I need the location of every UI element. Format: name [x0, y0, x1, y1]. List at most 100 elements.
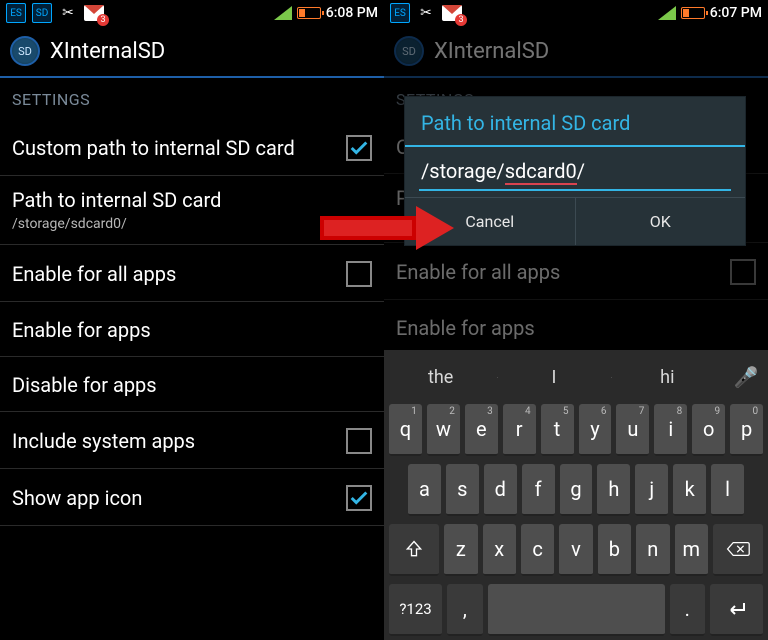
- backspace-key[interactable]: [713, 524, 763, 576]
- status-bar: ES SD ✂ 3 6:08 PM: [0, 0, 384, 26]
- dialog-divider: [405, 145, 745, 147]
- symbols-key[interactable]: ?123: [389, 584, 442, 636]
- key-y[interactable]: y6: [579, 404, 612, 456]
- app-icon: SD: [394, 36, 424, 66]
- key-g[interactable]: g: [560, 464, 593, 516]
- checkbox[interactable]: [346, 485, 372, 511]
- checkbox[interactable]: [346, 261, 372, 287]
- row-custom-path[interactable]: Custom path to internal SD card: [0, 119, 384, 176]
- checkbox[interactable]: [346, 135, 372, 161]
- key-row-1: q1w2e3r4t5y6u7i8o9p0: [384, 400, 768, 460]
- status-right-tray: 6:07 PM: [658, 5, 762, 21]
- es-icon: ES: [6, 3, 26, 23]
- gmail-icon: 3: [442, 5, 462, 21]
- key-b[interactable]: b: [598, 524, 631, 576]
- key-r[interactable]: r4: [503, 404, 536, 456]
- key-l[interactable]: l: [711, 464, 744, 516]
- row-sub: /storage/sdcard0/: [12, 216, 221, 232]
- key-x[interactable]: x: [483, 524, 516, 576]
- key-i[interactable]: i8: [654, 404, 687, 456]
- row-label: Enable for apps: [396, 316, 535, 340]
- suggestion[interactable]: hi: [611, 367, 724, 388]
- ok-button[interactable]: OK: [575, 198, 746, 245]
- key-m[interactable]: m: [675, 524, 708, 576]
- suggestion[interactable]: the: [384, 367, 497, 388]
- checkbox[interactable]: [346, 428, 372, 454]
- status-left-tray: ES SD ✂ 3: [6, 3, 104, 23]
- settings-header: SETTINGS: [0, 78, 384, 119]
- key-p[interactable]: p0: [730, 404, 763, 456]
- app-icon[interactable]: SD: [10, 36, 40, 66]
- row-enable-apps: Enable for apps: [384, 300, 768, 354]
- row-enable-all[interactable]: Enable for all apps: [0, 245, 384, 302]
- mic-icon[interactable]: 🎤: [724, 365, 768, 389]
- app-title: XInternalSD: [434, 39, 549, 64]
- key-v[interactable]: v: [559, 524, 592, 576]
- gmail-count: 3: [455, 14, 467, 26]
- key-n[interactable]: n: [636, 524, 669, 576]
- key-h[interactable]: h: [597, 464, 630, 516]
- key-t[interactable]: t5: [541, 404, 574, 456]
- row-enable-all: Enable for all apps: [384, 243, 768, 300]
- sd-icon: SD: [32, 3, 52, 23]
- row-enable-apps[interactable]: Enable for apps: [0, 302, 384, 357]
- screenshot-right: ES ✂ 3 6:07 PM SD XInternalSD SETTINGS C…: [384, 0, 768, 640]
- row-label: Enable for all apps: [396, 260, 560, 284]
- action-bar: SD XInternalSD: [0, 26, 384, 78]
- dialog-title: Path to internal SD card: [405, 97, 745, 145]
- checkbox: [730, 259, 756, 285]
- row-label: Show app icon: [12, 486, 142, 510]
- scissors-icon: ✂: [58, 3, 78, 23]
- key-j[interactable]: j: [635, 464, 668, 516]
- gmail-icon: 3: [84, 5, 104, 21]
- row-label: Disable for apps: [12, 373, 157, 397]
- key-row-3: zxcvbnm: [384, 520, 768, 580]
- row-show-icon[interactable]: Show app icon: [0, 469, 384, 526]
- row-label: Enable for apps: [12, 318, 151, 342]
- enter-key[interactable]: [710, 584, 763, 636]
- status-right-tray: 6:08 PM: [274, 5, 378, 21]
- key-o[interactable]: o9: [692, 404, 725, 456]
- comma-key[interactable]: ,: [447, 584, 482, 636]
- key-s[interactable]: s: [446, 464, 479, 516]
- action-bar: SD XInternalSD: [384, 26, 768, 78]
- key-row-2: asdfghjkl: [384, 460, 768, 520]
- row-label: Include system apps: [12, 429, 195, 453]
- key-u[interactable]: u7: [616, 404, 649, 456]
- row-include-system[interactable]: Include system apps: [0, 412, 384, 469]
- es-icon: ES: [390, 3, 410, 23]
- status-bar: ES ✂ 3 6:07 PM: [384, 0, 768, 26]
- gmail-count: 3: [97, 14, 109, 26]
- screenshot-left: ES SD ✂ 3 6:08 PM SD XInternalSD SETTING…: [0, 0, 384, 640]
- key-f[interactable]: f: [522, 464, 555, 516]
- row-label: Path to internal SD card: [12, 188, 221, 212]
- suggestion[interactable]: I: [497, 367, 610, 388]
- row-disable-apps[interactable]: Disable for apps: [0, 357, 384, 412]
- clock: 6:08 PM: [326, 5, 378, 21]
- annotation-arrow: [320, 206, 460, 250]
- row-label: Enable for all apps: [12, 262, 176, 286]
- key-e[interactable]: e3: [465, 404, 498, 456]
- key-d[interactable]: d: [484, 464, 517, 516]
- key-w[interactable]: w2: [427, 404, 460, 456]
- row-label: Custom path to internal SD card: [12, 136, 295, 160]
- key-c[interactable]: c: [521, 524, 554, 576]
- signal-icon: [274, 6, 292, 20]
- status-left-tray: ES ✂ 3: [390, 3, 462, 23]
- signal-icon: [658, 6, 676, 20]
- battery-icon: [297, 7, 321, 19]
- key-k[interactable]: k: [673, 464, 706, 516]
- path-input[interactable]: /storage/sdcard0/: [419, 155, 731, 191]
- clock: 6:07 PM: [710, 5, 762, 21]
- suggestion-bar: the I hi 🎤: [384, 354, 768, 400]
- key-z[interactable]: z: [444, 524, 477, 576]
- space-key[interactable]: [488, 584, 665, 636]
- shift-key[interactable]: [389, 524, 439, 576]
- key-q[interactable]: q1: [389, 404, 422, 456]
- scissors-icon: ✂: [416, 3, 436, 23]
- keyboard: the I hi 🎤 q1w2e3r4t5y6u7i8o9p0 asdfghjk…: [384, 350, 768, 640]
- key-row-4: ?123 , .: [384, 580, 768, 640]
- period-key[interactable]: .: [670, 584, 705, 636]
- key-a[interactable]: a: [408, 464, 441, 516]
- battery-icon: [681, 7, 705, 19]
